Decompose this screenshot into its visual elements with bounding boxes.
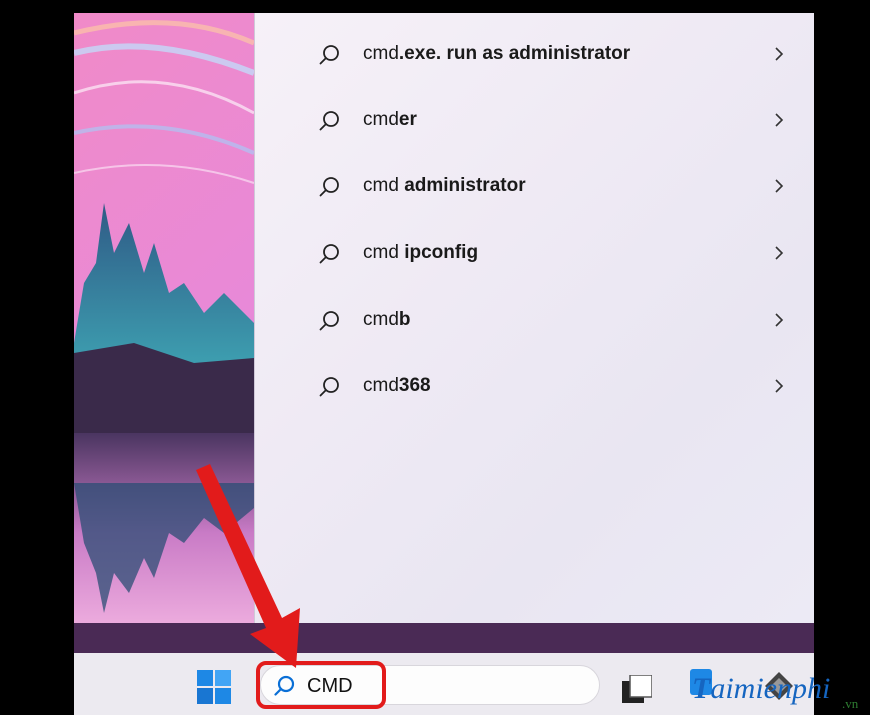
search-results-panel: cmd.exe. run as administrator cmder cmd …	[254, 13, 814, 623]
search-result-label: cmder	[363, 109, 417, 130]
chevron-right-icon[interactable]	[773, 177, 785, 195]
search-result-label: cmdb	[363, 309, 411, 330]
chevron-right-icon[interactable]	[773, 111, 785, 129]
search-icon	[319, 45, 339, 65]
search-result-label: cmd ipconfig	[363, 242, 479, 263]
desktop-screen: cmd.exe. run as administrator cmder cmd …	[74, 13, 814, 715]
search-icon	[319, 244, 339, 264]
search-result-label: cmd administrator	[363, 175, 526, 196]
watermark-logo: Taimienphi .vn	[692, 672, 859, 711]
chevron-right-icon[interactable]	[773, 45, 785, 63]
search-icon	[319, 377, 339, 397]
highlight-box	[256, 661, 386, 709]
search-result-item[interactable]: cmd administrator	[255, 153, 814, 219]
search-result-item[interactable]: cmd.exe. run as administrator	[255, 21, 814, 87]
chevron-right-icon[interactable]	[773, 377, 785, 395]
search-icon	[319, 177, 339, 197]
search-result-item[interactable]: cmd368	[255, 353, 814, 419]
windows-start-icon[interactable]	[196, 669, 232, 705]
chevron-right-icon[interactable]	[773, 244, 785, 262]
search-icon	[319, 111, 339, 131]
search-result-item[interactable]: cmd ipconfig	[255, 220, 814, 286]
search-result-label: cmd.exe. run as administrator	[363, 43, 631, 64]
search-result-item[interactable]: cmder	[255, 87, 814, 153]
search-result-item[interactable]: cmdb	[255, 287, 814, 353]
search-result-label: cmd368	[363, 375, 431, 396]
search-icon	[319, 311, 339, 331]
task-view-icon[interactable]	[622, 675, 652, 703]
chevron-right-icon[interactable]	[773, 311, 785, 329]
